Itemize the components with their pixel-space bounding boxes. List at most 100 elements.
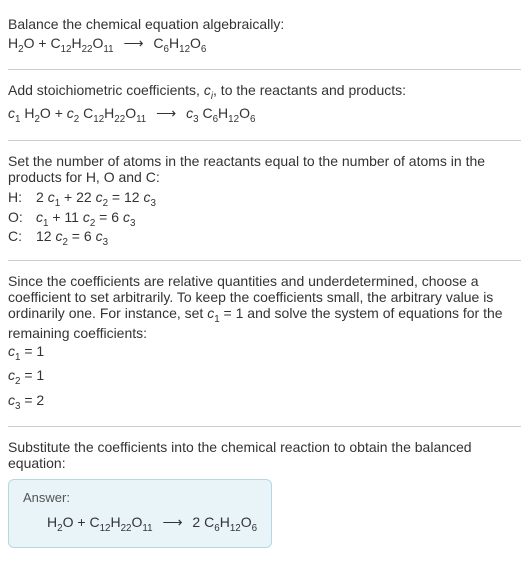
- h: H: [218, 105, 228, 121]
- sub22: 22: [114, 114, 125, 125]
- t: 12: [36, 228, 55, 244]
- sub6b: 6: [252, 523, 257, 534]
- balanced-equation: H2O + C12H22O11 ⟶ 2 C6H12O6: [23, 511, 257, 536]
- ci-c: c: [204, 82, 211, 98]
- step3-section: Set the number of atoms in the reactants…: [8, 145, 521, 256]
- c: c: [8, 343, 15, 359]
- o: O: [125, 105, 136, 121]
- c-label: C:: [8, 228, 36, 244]
- sub12: 12: [100, 523, 111, 534]
- arrow-icon: ⟶: [162, 511, 182, 533]
- h-label: H:: [8, 189, 36, 205]
- atom-equations: H: 2 c1 + 22 c2 = 12 c3 O: c1 + 11 c2 = …: [8, 189, 521, 248]
- c-equation: 12 c2 = 6 c3: [36, 228, 108, 248]
- c: c: [96, 228, 103, 244]
- text-b: , to the reactants and products:: [213, 82, 406, 98]
- divider: [8, 69, 521, 70]
- coeff-equation: c1 H2O + c2 C12H22O11 ⟶ c3 C6H12O6: [8, 102, 521, 127]
- v: = 1: [20, 343, 44, 359]
- t: + 11: [48, 209, 82, 225]
- c: c: [36, 209, 43, 225]
- sucrose: C12H22O11: [89, 514, 152, 530]
- c: c: [8, 367, 15, 383]
- h: H: [47, 514, 57, 530]
- sub12: 12: [179, 44, 190, 55]
- c: C: [153, 35, 163, 51]
- h: H: [8, 35, 18, 51]
- atom-row-h: H: 2 c1 + 22 c2 = 12 c3: [8, 189, 521, 209]
- step2-section: Add stoichiometric coefficients, ci, to …: [8, 74, 521, 135]
- sub6b: 6: [201, 44, 206, 55]
- o: O: [24, 35, 35, 51]
- sub11: 11: [142, 523, 152, 534]
- c1: c: [8, 105, 15, 121]
- divider: [8, 426, 521, 427]
- sub12: 12: [230, 523, 241, 534]
- t: 2: [36, 189, 48, 205]
- step3-text: Set the number of atoms in the reactants…: [8, 153, 521, 185]
- c: c: [48, 189, 55, 205]
- sub12: 12: [228, 114, 239, 125]
- step4-text: Since the coefficients are relative quan…: [8, 273, 521, 341]
- s: 3: [130, 217, 135, 228]
- o: O: [93, 35, 104, 51]
- sub12: 12: [93, 114, 104, 125]
- c: c: [123, 209, 130, 225]
- intro-text: Balance the chemical equation algebraica…: [8, 16, 521, 32]
- divider: [8, 260, 521, 261]
- sucrose: C12H22O11: [50, 35, 113, 51]
- glucose: C6H12O6: [153, 35, 206, 51]
- sub12: 12: [61, 44, 72, 55]
- o: O: [63, 514, 74, 530]
- coeff-c2: c2 = 1: [8, 365, 521, 389]
- s: 3: [150, 198, 155, 209]
- h-equation: 2 c1 + 22 c2 = 12 c3: [36, 189, 156, 209]
- o: O: [40, 105, 51, 121]
- step4-section: Since the coefficients are relative quan…: [8, 265, 521, 422]
- plus: +: [51, 105, 67, 121]
- h2o: H2O: [47, 514, 73, 530]
- v: = 1: [20, 367, 44, 383]
- arrow-icon: ⟶: [156, 102, 176, 124]
- plus: +: [34, 35, 50, 51]
- o: O: [132, 514, 143, 530]
- c: C: [50, 35, 60, 51]
- c: C: [89, 514, 99, 530]
- s: 3: [103, 237, 108, 248]
- sub22: 22: [121, 523, 132, 534]
- answer-box: Answer: H2O + C12H22O11 ⟶ 2 C6H12O6: [8, 479, 272, 547]
- h: H: [24, 105, 34, 121]
- c3-sub: 3: [193, 114, 198, 125]
- t: = 12: [108, 189, 143, 205]
- h: H: [71, 35, 81, 51]
- c: C: [204, 514, 214, 530]
- sub6b: 6: [250, 114, 255, 125]
- t: = 6: [95, 209, 123, 225]
- h: H: [220, 514, 230, 530]
- c2: c: [67, 105, 74, 121]
- coeff-c3: c3 = 2: [8, 390, 521, 414]
- atom-row-o: O: c1 + 11 c2 = 6 c3: [8, 209, 521, 229]
- c: C: [83, 105, 93, 121]
- glucose: C6H12O6: [202, 105, 255, 121]
- step5-text: Substitute the coefficients into the che…: [8, 439, 521, 471]
- sub11: 11: [136, 114, 146, 125]
- coeff-c1: c1 = 1: [8, 341, 521, 365]
- h: H: [169, 35, 179, 51]
- h2o: H2O: [8, 35, 34, 51]
- c: c: [96, 189, 103, 205]
- sub11: 11: [103, 44, 113, 55]
- step5-section: Substitute the coefficients into the che…: [8, 431, 521, 555]
- o: O: [241, 514, 252, 530]
- t: + 22: [60, 189, 95, 205]
- sucrose: C12H22O11: [83, 105, 146, 121]
- o-equation: c1 + 11 c2 = 6 c3: [36, 209, 135, 229]
- coeff-2: 2: [192, 514, 204, 530]
- intro-section: Balance the chemical equation algebraica…: [8, 8, 521, 65]
- o: O: [190, 35, 201, 51]
- h: H: [110, 514, 120, 530]
- c: c: [83, 209, 90, 225]
- atom-row-c: C: 12 c2 = 6 c3: [8, 228, 521, 248]
- text-a: Add stoichiometric coefficients,: [8, 82, 204, 98]
- coefficient-solutions: c1 = 1 c2 = 1 c3 = 2: [8, 341, 521, 414]
